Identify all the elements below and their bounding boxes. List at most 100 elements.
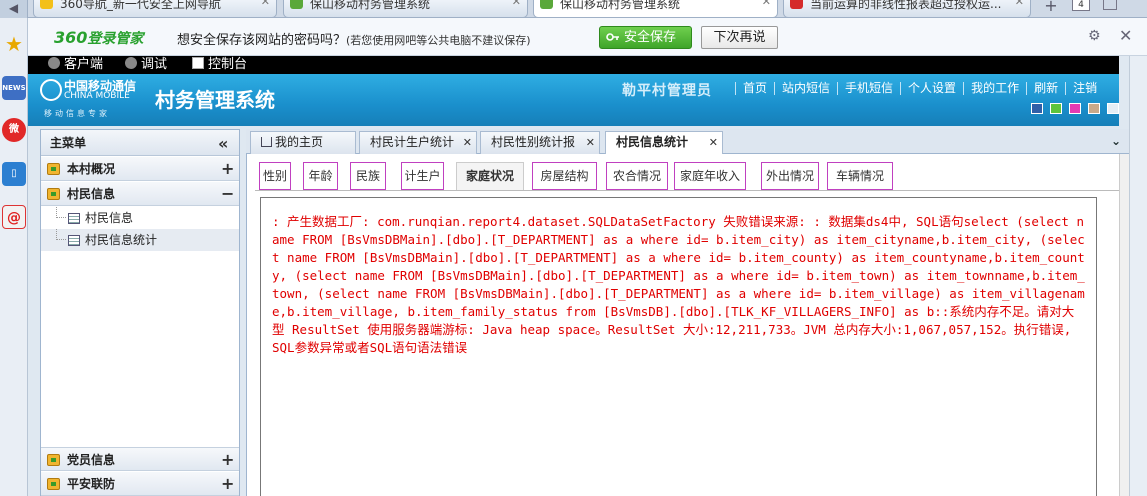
nav-my-work[interactable]: 我的工作 — [963, 82, 1026, 95]
table-icon — [68, 213, 80, 224]
report-tabs: 性别 年龄 民族 计生户 家庭状况 房屋结构 农合情况 家庭年收入 外出情况 车… — [247, 154, 1130, 192]
main-menu-title: 主菜单 « — [41, 130, 239, 156]
tab-villager-info-stats[interactable]: 村民信息统计 ✕ — [605, 131, 723, 155]
report-tab-family-status[interactable]: 家庭状况 — [456, 162, 524, 190]
nav-settings[interactable]: 个人设置 — [900, 82, 963, 95]
brand-slogan: 移动信息专家 — [44, 109, 110, 118]
secure-save-button[interactable]: 安全保存 — [599, 26, 692, 49]
menu-item-villager-stats[interactable]: 村民信息统计 — [41, 229, 239, 251]
theme-swatch-blue[interactable] — [1031, 103, 1043, 114]
report-tab-coop-medical[interactable]: 农合情况 — [606, 162, 668, 190]
theme-swatch-green[interactable] — [1050, 103, 1062, 114]
mobile-icon[interactable]: ▯ — [2, 162, 26, 186]
key-icon — [606, 33, 619, 41]
console-icon — [192, 57, 204, 69]
password-save-bar: 360登录管家 想安全保存该网站的密码吗？(若您使用网吧等公共电脑不建议保存) … — [28, 18, 1147, 56]
theme-swatch-pink[interactable] — [1069, 103, 1081, 114]
app-header: 中国移动通信 CHINA MOBILE 移动信息专家 村务管理系统 勒平村管理员… — [28, 74, 1119, 126]
back-icon[interactable]: ◀ — [0, 0, 28, 18]
save-password-prompt: 想安全保存该网站的密码吗？(若您使用网吧等公共电脑不建议保存) — [177, 33, 531, 48]
close-icon[interactable]: ✕ — [261, 0, 270, 7]
close-icon[interactable]: ✕ — [762, 0, 771, 7]
report-tab-age[interactable]: 年龄 — [303, 162, 338, 190]
close-icon[interactable]: ✕ — [586, 132, 595, 153]
browser-tab-3[interactable]: 保山移动村务管理系统 ✕ — [533, 0, 778, 18]
report-tab-vehicles[interactable]: 车辆情况 — [827, 162, 893, 190]
nav-logout[interactable]: 注销 — [1065, 82, 1104, 95]
collapse-icon[interactable]: « — [218, 131, 228, 157]
nav-home[interactable]: 首页 — [735, 82, 774, 95]
scrollbar[interactable] — [1119, 154, 1129, 496]
close-icon[interactable]: ✕ — [1119, 26, 1132, 45]
folder-icon — [47, 478, 60, 490]
report-tab-gender[interactable]: 性别 — [259, 162, 291, 190]
tree-line — [56, 207, 66, 218]
secure-save-label: 安全保存 — [624, 30, 677, 45]
table-icon — [68, 235, 80, 246]
report-tab-house-structure[interactable]: 房屋结构 — [532, 162, 597, 190]
folder-icon — [47, 188, 60, 200]
expand-icon[interactable]: + — [221, 448, 234, 472]
theme-swatch-tan[interactable] — [1088, 103, 1100, 114]
dev-toolbar: 客户端 调试 控制台 — [28, 56, 1119, 74]
report-tab-outing[interactable]: 外出情况 — [761, 162, 819, 190]
content-tab-bar: 我的主页 村民计生户统计 ✕ 村民性别统计报 ✕ 村民信息统计 ✕ — [246, 129, 1129, 155]
tab-list-dropdown-icon[interactable]: ⌄ — [1111, 134, 1121, 148]
browser-tab-strip: ◀ 360导航_新一代安全上网导航 ✕ 保山移动村务管理系统 ✕ 保山移动村务管… — [0, 0, 1147, 18]
star-icon[interactable]: ★ — [2, 32, 26, 56]
right-edge-strip — [1129, 56, 1147, 496]
mail-icon[interactable]: @ — [2, 205, 26, 229]
tree-line — [56, 229, 66, 240]
console-button[interactable]: 控制台 — [192, 56, 247, 74]
menu-item-villager-info[interactable]: 村民信息 — [41, 207, 239, 229]
report-tab-annual-income[interactable]: 家庭年收入 — [674, 162, 746, 190]
browser-tab-2[interactable]: 保山移动村务管理系统 ✕ — [283, 0, 528, 18]
later-button[interactable]: 下次再说 — [701, 26, 778, 49]
expand-icon[interactable]: + — [221, 157, 234, 181]
news-icon[interactable]: NEWS — [2, 76, 26, 100]
gear-icon — [48, 57, 60, 69]
menu-group-village-overview[interactable]: 本村概况 + — [41, 157, 239, 181]
folder-icon — [47, 163, 60, 175]
header-nav: 首页 站内短信 手机短信 个人设置 我的工作 刷新 注销 — [735, 81, 1104, 95]
collapse-group-icon[interactable]: − — [221, 182, 234, 206]
tab-gender-stats[interactable]: 村民性别统计报 ✕ — [480, 131, 600, 154]
folder-icon — [47, 454, 60, 466]
menu-group-party-member[interactable]: 党员信息 + — [41, 447, 239, 471]
expand-icon[interactable]: + — [221, 472, 234, 496]
error-favicon-icon — [790, 0, 803, 9]
report-tab-family-planning[interactable]: 计生户 — [401, 162, 444, 190]
theme-swatch-light[interactable] — [1107, 103, 1119, 114]
close-icon[interactable]: ✕ — [512, 0, 521, 7]
360-favicon-icon — [40, 0, 53, 9]
tab-family-planning-stats[interactable]: 村民计生户统计 ✕ — [359, 131, 477, 154]
tab-count-badge[interactable]: 4 — [1072, 0, 1090, 11]
report-tab-ethnicity[interactable]: 民族 — [350, 162, 386, 190]
home-icon — [261, 137, 272, 147]
trash-icon[interactable] — [1103, 0, 1117, 10]
nav-sms[interactable]: 手机短信 — [837, 82, 900, 95]
nav-refresh[interactable]: 刷新 — [1026, 82, 1065, 95]
browser-tab-label: 360导航_新一代安全上网导航 — [60, 0, 221, 11]
page-favicon-icon — [540, 0, 553, 9]
nav-site-message[interactable]: 站内短信 — [774, 82, 837, 95]
login-manager-logo: 360登录管家 — [54, 28, 144, 47]
page-favicon-icon — [290, 0, 303, 9]
debug-button[interactable]: 调试 — [125, 56, 167, 74]
menu-group-security[interactable]: 平安联防 + — [41, 472, 239, 496]
close-icon[interactable]: ✕ — [463, 132, 472, 153]
new-tab-icon[interactable]: + — [1037, 0, 1065, 16]
close-icon[interactable]: ✕ — [709, 132, 718, 153]
brand-name-en: CHINA MOBILE — [64, 91, 130, 101]
client-button[interactable]: 客户端 — [48, 56, 103, 74]
close-icon[interactable]: ✕ — [1015, 0, 1024, 7]
tab-my-home[interactable]: 我的主页 — [250, 131, 356, 154]
browser-tab-label: 保山移动村务管理系统 — [310, 0, 431, 11]
browser-tab-4[interactable]: 当前运算的非线性报表超过授权运... ✕ — [783, 0, 1031, 18]
current-user: 勒平村管理员 — [622, 83, 712, 99]
browser-tab-1[interactable]: 360导航_新一代安全上网导航 ✕ — [33, 0, 277, 18]
gear-icon[interactable]: ⚙ — [1088, 28, 1101, 44]
menu-group-villager-info[interactable]: 村民信息 − — [41, 182, 239, 206]
tab-divider — [255, 190, 1120, 191]
weibo-icon[interactable]: 微 — [2, 118, 26, 142]
